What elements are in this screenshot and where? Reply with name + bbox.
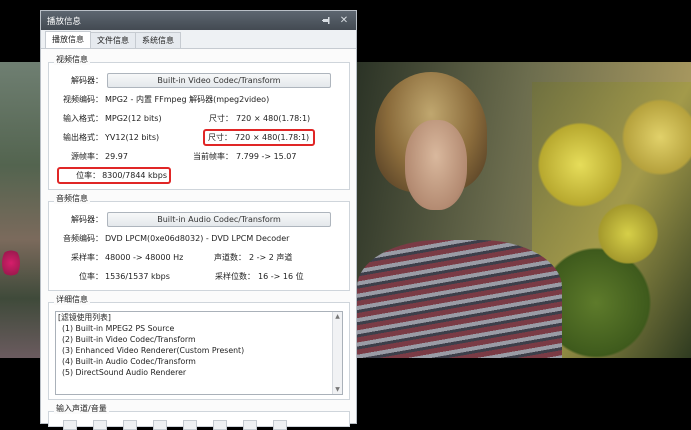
output-size-label: 尺寸： — [208, 133, 232, 142]
details-group: 详细信息 [滤镜使用列表] (1) Built-in MPEG2 PS Sour… — [48, 294, 350, 400]
output-format-value: YV12(12 bits) — [105, 133, 160, 142]
channels-value: 2 -> 2 声道 — [249, 253, 293, 262]
video-info-group: 视频信息 解码器： Built-in Video Codec/Transform… — [48, 54, 350, 190]
input-format-value: MPG2(12 bits) — [105, 114, 162, 123]
video-codec-value: MPG2 - 内置 FFmpeg 解码器(mpeg2video) — [105, 95, 270, 104]
output-size-value: 720 × 480(1.78:1) — [235, 133, 310, 142]
person-shirt-graphic — [357, 240, 562, 358]
volume-slider[interactable] — [123, 420, 137, 430]
list-item[interactable]: (4) Built-in Audio Codec/Transform — [56, 356, 342, 367]
volume-sliders — [55, 416, 343, 430]
volume-slider[interactable] — [243, 420, 257, 430]
channels-label: 声道数： — [214, 253, 246, 262]
playback-info-panel: 播放信息 ✕ 播放信息 文件信息 系统信息 视频信息 解码器： Built-in… — [40, 10, 357, 430]
source-fps-label: 源帧率： — [71, 152, 103, 161]
volume-slider[interactable] — [213, 420, 227, 430]
volume-slider[interactable] — [153, 420, 167, 430]
input-size-label: 尺寸： — [209, 114, 233, 123]
volume-slider[interactable] — [63, 420, 77, 430]
current-fps-value: 7.799 -> 15.07 — [236, 152, 297, 161]
volume-slider[interactable] — [183, 420, 197, 430]
audio-codec-value: DVD LPCM(0xe06d8032) - DVD LPCM Decoder — [105, 234, 290, 243]
volume-slider[interactable] — [93, 420, 107, 430]
volume-slider[interactable] — [273, 420, 287, 430]
input-volume-title: 输入声道/音量 — [54, 403, 109, 414]
pin-icon[interactable] — [320, 15, 332, 27]
sample-bits-label: 采样位数： — [215, 272, 255, 281]
tab-file-info[interactable]: 文件信息 — [90, 32, 136, 48]
list-item[interactable]: (5) DirectSound Audio Renderer — [56, 367, 342, 378]
input-format-label: 输入格式： — [63, 114, 103, 123]
tab-content: 视频信息 解码器： Built-in Video Codec/Transform… — [41, 49, 356, 430]
scroll-down-icon[interactable]: ▼ — [333, 385, 342, 394]
input-volume-group: 输入声道/音量 — [48, 403, 350, 430]
details-title: 详细信息 — [54, 294, 90, 305]
scroll-up-icon[interactable]: ▲ — [333, 312, 342, 321]
flower-graphic — [2, 248, 20, 278]
audio-bitrate-label: 位率： — [79, 272, 103, 281]
video-bitrate-value: 8300/7844 kbps — [102, 171, 167, 180]
list-scrollbar[interactable]: ▲ ▼ — [332, 312, 342, 394]
output-size-highlight: 尺寸： 720 × 480(1.78:1) — [203, 129, 316, 146]
list-item[interactable]: [滤镜使用列表] — [56, 312, 342, 323]
audio-decoder-label: 解码器： — [71, 215, 103, 224]
audio-decoder-button[interactable]: Built-in Audio Codec/Transform — [107, 212, 331, 227]
close-icon[interactable]: ✕ — [338, 15, 350, 27]
video-decoder-button[interactable]: Built-in Video Codec/Transform — [107, 73, 331, 88]
list-item[interactable]: (2) Built-in Video Codec/Transform — [56, 334, 342, 345]
video-bitrate-highlight: 位率： 8300/7844 kbps — [57, 167, 171, 184]
audio-codec-label: 音频编码： — [63, 234, 103, 243]
tab-bar: 播放信息 文件信息 系统信息 — [41, 30, 356, 49]
person-face-graphic — [405, 120, 467, 210]
sample-rate-value: 48000 -> 48000 Hz — [105, 253, 184, 262]
audio-bitrate-value: 1536/1537 kbps — [105, 272, 170, 281]
tab-system-info[interactable]: 系统信息 — [135, 32, 181, 48]
source-fps-value: 29.97 — [105, 152, 128, 161]
output-format-label: 输出格式： — [63, 133, 103, 142]
panel-title: 播放信息 — [47, 16, 82, 27]
panel-titlebar[interactable]: 播放信息 ✕ — [41, 11, 356, 30]
filter-list[interactable]: [滤镜使用列表] (1) Built-in MPEG2 PS Source (2… — [55, 311, 343, 395]
audio-info-title: 音频信息 — [54, 193, 90, 204]
video-info-title: 视频信息 — [54, 54, 90, 65]
list-item[interactable]: (3) Enhanced Video Renderer(Custom Prese… — [56, 345, 342, 356]
sample-rate-label: 采样率： — [71, 253, 103, 262]
tab-playback-info[interactable]: 播放信息 — [45, 31, 91, 48]
video-codec-label: 视频编码： — [63, 95, 103, 104]
list-item[interactable]: (1) Built-in MPEG2 PS Source — [56, 323, 342, 334]
video-frame-left — [0, 62, 40, 358]
video-bitrate-label: 位率： — [76, 171, 101, 180]
sample-bits-value: 16 -> 16 位 — [258, 272, 304, 281]
video-decoder-label: 解码器： — [71, 76, 103, 85]
audio-info-group: 音频信息 解码器： Built-in Audio Codec/Transform… — [48, 193, 350, 291]
input-size-value: 720 × 480(1.78:1) — [236, 114, 311, 123]
current-fps-label: 当前帧率： — [193, 152, 233, 161]
video-frame — [357, 62, 691, 358]
